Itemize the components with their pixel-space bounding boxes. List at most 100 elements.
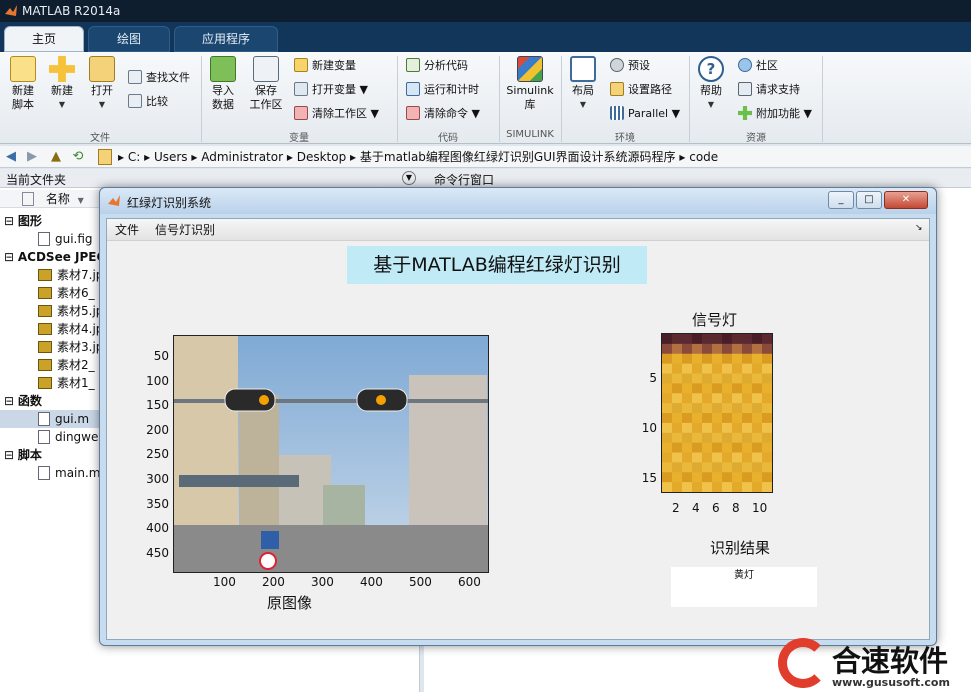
- heatmap-cell: [762, 334, 773, 345]
- tick-label: 300: [146, 472, 169, 486]
- heatmap-cell: [692, 432, 703, 444]
- breadcrumb-item[interactable]: code: [689, 150, 718, 164]
- heatmap-cell: [732, 363, 743, 374]
- photo-amber-light-left: [259, 395, 269, 405]
- clear-workspace-button[interactable]: 清除工作区 ▼: [294, 104, 379, 124]
- browse-folder-icon[interactable]: ⟲: [70, 149, 86, 165]
- heatmap-cell: [692, 482, 703, 493]
- heatmap-cell: [742, 413, 753, 424]
- heatmap-cell: [672, 482, 683, 493]
- simulink-library-button[interactable]: Simulink 库: [504, 56, 556, 126]
- collapse-icon[interactable]: ⊟: [4, 250, 18, 264]
- heatmap-cell: [682, 413, 693, 424]
- add-ons-button[interactable]: 附加功能 ▼: [738, 104, 812, 124]
- tab-plots[interactable]: 绘图: [88, 26, 170, 52]
- clear-commands-button[interactable]: 清除命令 ▼: [406, 104, 480, 124]
- community-button[interactable]: 社区: [738, 56, 778, 76]
- heatmap-cell: [692, 462, 703, 473]
- image-xlabel: 原图像: [267, 594, 313, 612]
- breadcrumb-item[interactable]: Users: [154, 150, 188, 164]
- set-path-button[interactable]: 设置路径: [610, 80, 672, 100]
- heatmap-cell: [752, 452, 763, 463]
- heatmap-cell: [662, 432, 673, 444]
- help-button[interactable]: ? 帮助 ▼: [694, 56, 728, 126]
- file-name: 素材1_: [57, 376, 95, 390]
- new-script-button[interactable]: 新建 脚本: [6, 56, 40, 126]
- heatmap-cell: [712, 403, 723, 414]
- heatmap-cell: [702, 432, 713, 444]
- heatmap-cell: [742, 383, 753, 394]
- heatmap-cell: [702, 452, 713, 463]
- collapse-icon[interactable]: ⊟: [4, 394, 18, 408]
- sort-arrow-icon: ▼: [77, 196, 84, 205]
- heatmap-cell: [672, 462, 683, 473]
- up-folder-icon[interactable]: ▲: [48, 149, 64, 165]
- tick-label: 300: [311, 575, 334, 589]
- community-icon: [738, 58, 752, 72]
- minimize-button[interactable]: _: [828, 191, 854, 209]
- heatmap-cell: [702, 373, 713, 384]
- heatmap-cell: [682, 403, 693, 414]
- heatmap-cell: [662, 334, 673, 345]
- preferences-button[interactable]: 预设: [610, 56, 650, 76]
- dock-arrow-icon[interactable]: ↘: [915, 223, 923, 233]
- layout-button[interactable]: 布局 ▼: [566, 56, 600, 126]
- menu-signal-recognition[interactable]: 信号灯识别: [155, 222, 215, 238]
- tick-label: 200: [262, 575, 285, 589]
- back-arrow-icon[interactable]: ◀: [3, 149, 19, 165]
- heatmap-cell: [762, 462, 773, 473]
- heatmap-cell: [712, 432, 723, 444]
- heatmap-cell: [682, 482, 693, 493]
- heatmap-cell: [742, 403, 753, 414]
- maximize-button[interactable]: □: [856, 191, 882, 209]
- open-variable-button[interactable]: 打开变量 ▼: [294, 80, 368, 100]
- heatmap-cell: [662, 422, 673, 434]
- request-support-button[interactable]: 请求支持: [738, 80, 800, 100]
- heatmap-cell: [762, 363, 773, 374]
- forward-arrow-icon[interactable]: ▶: [24, 149, 40, 165]
- compare-button[interactable]: 比较: [128, 92, 168, 112]
- heatmap-cell: [702, 403, 713, 414]
- analyze-code-button[interactable]: 分析代码: [406, 56, 468, 76]
- simulink-icon: [517, 56, 543, 82]
- photo-speed-sign: [259, 552, 277, 570]
- import-data-button[interactable]: 导入 数据: [206, 56, 240, 126]
- heatmap-cell: [692, 472, 703, 483]
- heatmap-cell: [752, 422, 763, 434]
- open-button[interactable]: 打开 ▼: [86, 56, 118, 126]
- result-value: 黄灯: [734, 570, 754, 581]
- heatmap-cell: [752, 353, 763, 365]
- heatmap-cell: [682, 353, 693, 365]
- close-button[interactable]: ✕: [884, 191, 928, 209]
- run-and-time-button[interactable]: 运行和计时: [406, 80, 479, 100]
- breadcrumb[interactable]: ▸ C: ▸ Users ▸ Administrator ▸ Desktop ▸…: [118, 149, 718, 165]
- new-variable-button[interactable]: 新建变量: [294, 56, 356, 76]
- breadcrumb-item[interactable]: C:: [128, 150, 140, 164]
- tick-label: 2: [672, 501, 680, 515]
- plus-icon: [49, 56, 75, 82]
- heatmap-cell: [742, 462, 753, 473]
- parallel-button[interactable]: Parallel ▼: [610, 104, 680, 124]
- heatmap-cell: [752, 403, 763, 414]
- collapse-icon[interactable]: ⊟: [4, 214, 18, 228]
- collapse-icon[interactable]: ⊟: [4, 448, 18, 462]
- breadcrumb-item[interactable]: Desktop: [297, 150, 347, 164]
- breadcrumb-item[interactable]: 基于matlab编程图像红绿灯识别GUI界面设计系统源码程序: [360, 150, 676, 164]
- tab-apps[interactable]: 应用程序: [174, 26, 278, 52]
- panel-menu-icon[interactable]: ▼: [402, 171, 416, 185]
- menu-file[interactable]: 文件: [115, 222, 139, 238]
- file-name: 素材3.jp: [57, 340, 104, 354]
- tick-label: 150: [146, 398, 169, 413]
- heatmap-cell: [752, 363, 763, 374]
- group-label-resources: 资源: [746, 133, 766, 144]
- breadcrumb-item[interactable]: Administrator: [201, 150, 283, 164]
- tab-home[interactable]: 主页: [4, 26, 84, 52]
- heatmap-cell: [692, 334, 703, 345]
- m-file-icon: [38, 466, 50, 480]
- heatmap-cell: [692, 363, 703, 374]
- new-button[interactable]: 新建 ▼: [46, 56, 78, 126]
- find-files-button[interactable]: 查找文件: [128, 68, 190, 88]
- save-workspace-button[interactable]: 保存 工作区: [246, 56, 286, 126]
- heatmap-cell: [742, 373, 753, 384]
- tick-label: 6: [712, 501, 720, 515]
